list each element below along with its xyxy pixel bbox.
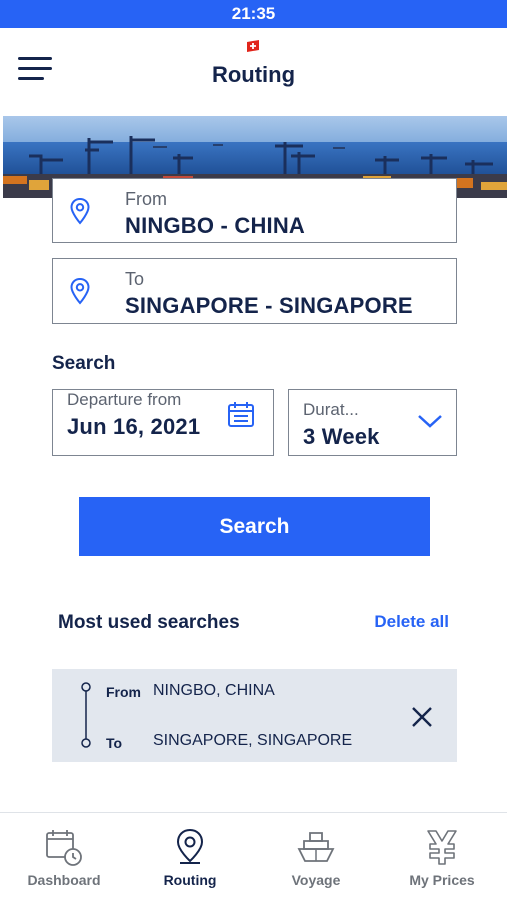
app-header: Routing	[0, 28, 507, 116]
tab-dashboard[interactable]: Dashboard	[1, 813, 127, 900]
from-label: From	[125, 189, 167, 209]
recent-from-label: From	[106, 684, 141, 700]
brand-flag-icon	[247, 40, 259, 52]
to-label: To	[125, 269, 145, 289]
duration-value: 3 Week	[303, 424, 380, 449]
tab-label: Dashboard	[27, 872, 101, 888]
from-value: NINGBO - CHINA	[125, 213, 306, 238]
recent-search-item[interactable]: From NINGBO, CHINA To SINGAPORE, SINGAPO…	[52, 669, 457, 762]
location-pin-icon	[70, 197, 90, 225]
close-icon[interactable]	[411, 706, 433, 728]
tab-voyage[interactable]: Voyage	[253, 813, 379, 900]
duration-select[interactable]: Durat... 3 Week	[288, 389, 457, 456]
tab-label: Voyage	[291, 872, 341, 888]
calendar-icon[interactable]	[227, 400, 255, 428]
location-pin-icon	[176, 828, 204, 864]
yen-tag-icon	[427, 830, 457, 865]
chevron-down-icon	[418, 415, 442, 428]
tab-label: My Prices	[409, 872, 475, 888]
search-button[interactable]: Search	[79, 497, 430, 556]
calendar-clock-icon	[46, 830, 82, 866]
tab-my-prices[interactable]: My Prices	[379, 813, 505, 900]
departure-value: Jun 16, 2021	[67, 414, 201, 439]
status-bar: 21:35	[0, 0, 507, 28]
recent-from-value: NINGBO, CHINA	[153, 682, 275, 699]
departure-date-field[interactable]: Departure from Jun 16, 2021	[52, 389, 274, 456]
from-field[interactable]: From NINGBO - CHINA	[52, 178, 457, 243]
status-time: 21:35	[231, 4, 276, 23]
most-used-searches-title: Most used searches	[58, 612, 240, 633]
location-pin-icon	[70, 277, 90, 305]
tab-label: Routing	[163, 872, 217, 888]
recent-to-label: To	[106, 735, 123, 751]
recent-to-value: SINGAPORE, SINGAPORE	[153, 732, 353, 749]
route-line-icon	[81, 682, 91, 748]
tab-routing[interactable]: Routing	[127, 813, 253, 900]
departure-label: Departure from	[67, 390, 182, 409]
search-section-label: Search	[52, 353, 116, 374]
delete-all-link[interactable]: Delete all	[374, 612, 449, 632]
to-value: SINGAPORE - SINGAPORE	[125, 293, 413, 318]
duration-label: Durat...	[303, 400, 359, 419]
page-title: Routing	[211, 62, 296, 87]
to-field[interactable]: To SINGAPORE - SINGAPORE	[52, 258, 457, 324]
bottom-tab-bar: Dashboard Routing Voyage My Prices	[0, 812, 507, 900]
ship-icon	[297, 832, 335, 862]
